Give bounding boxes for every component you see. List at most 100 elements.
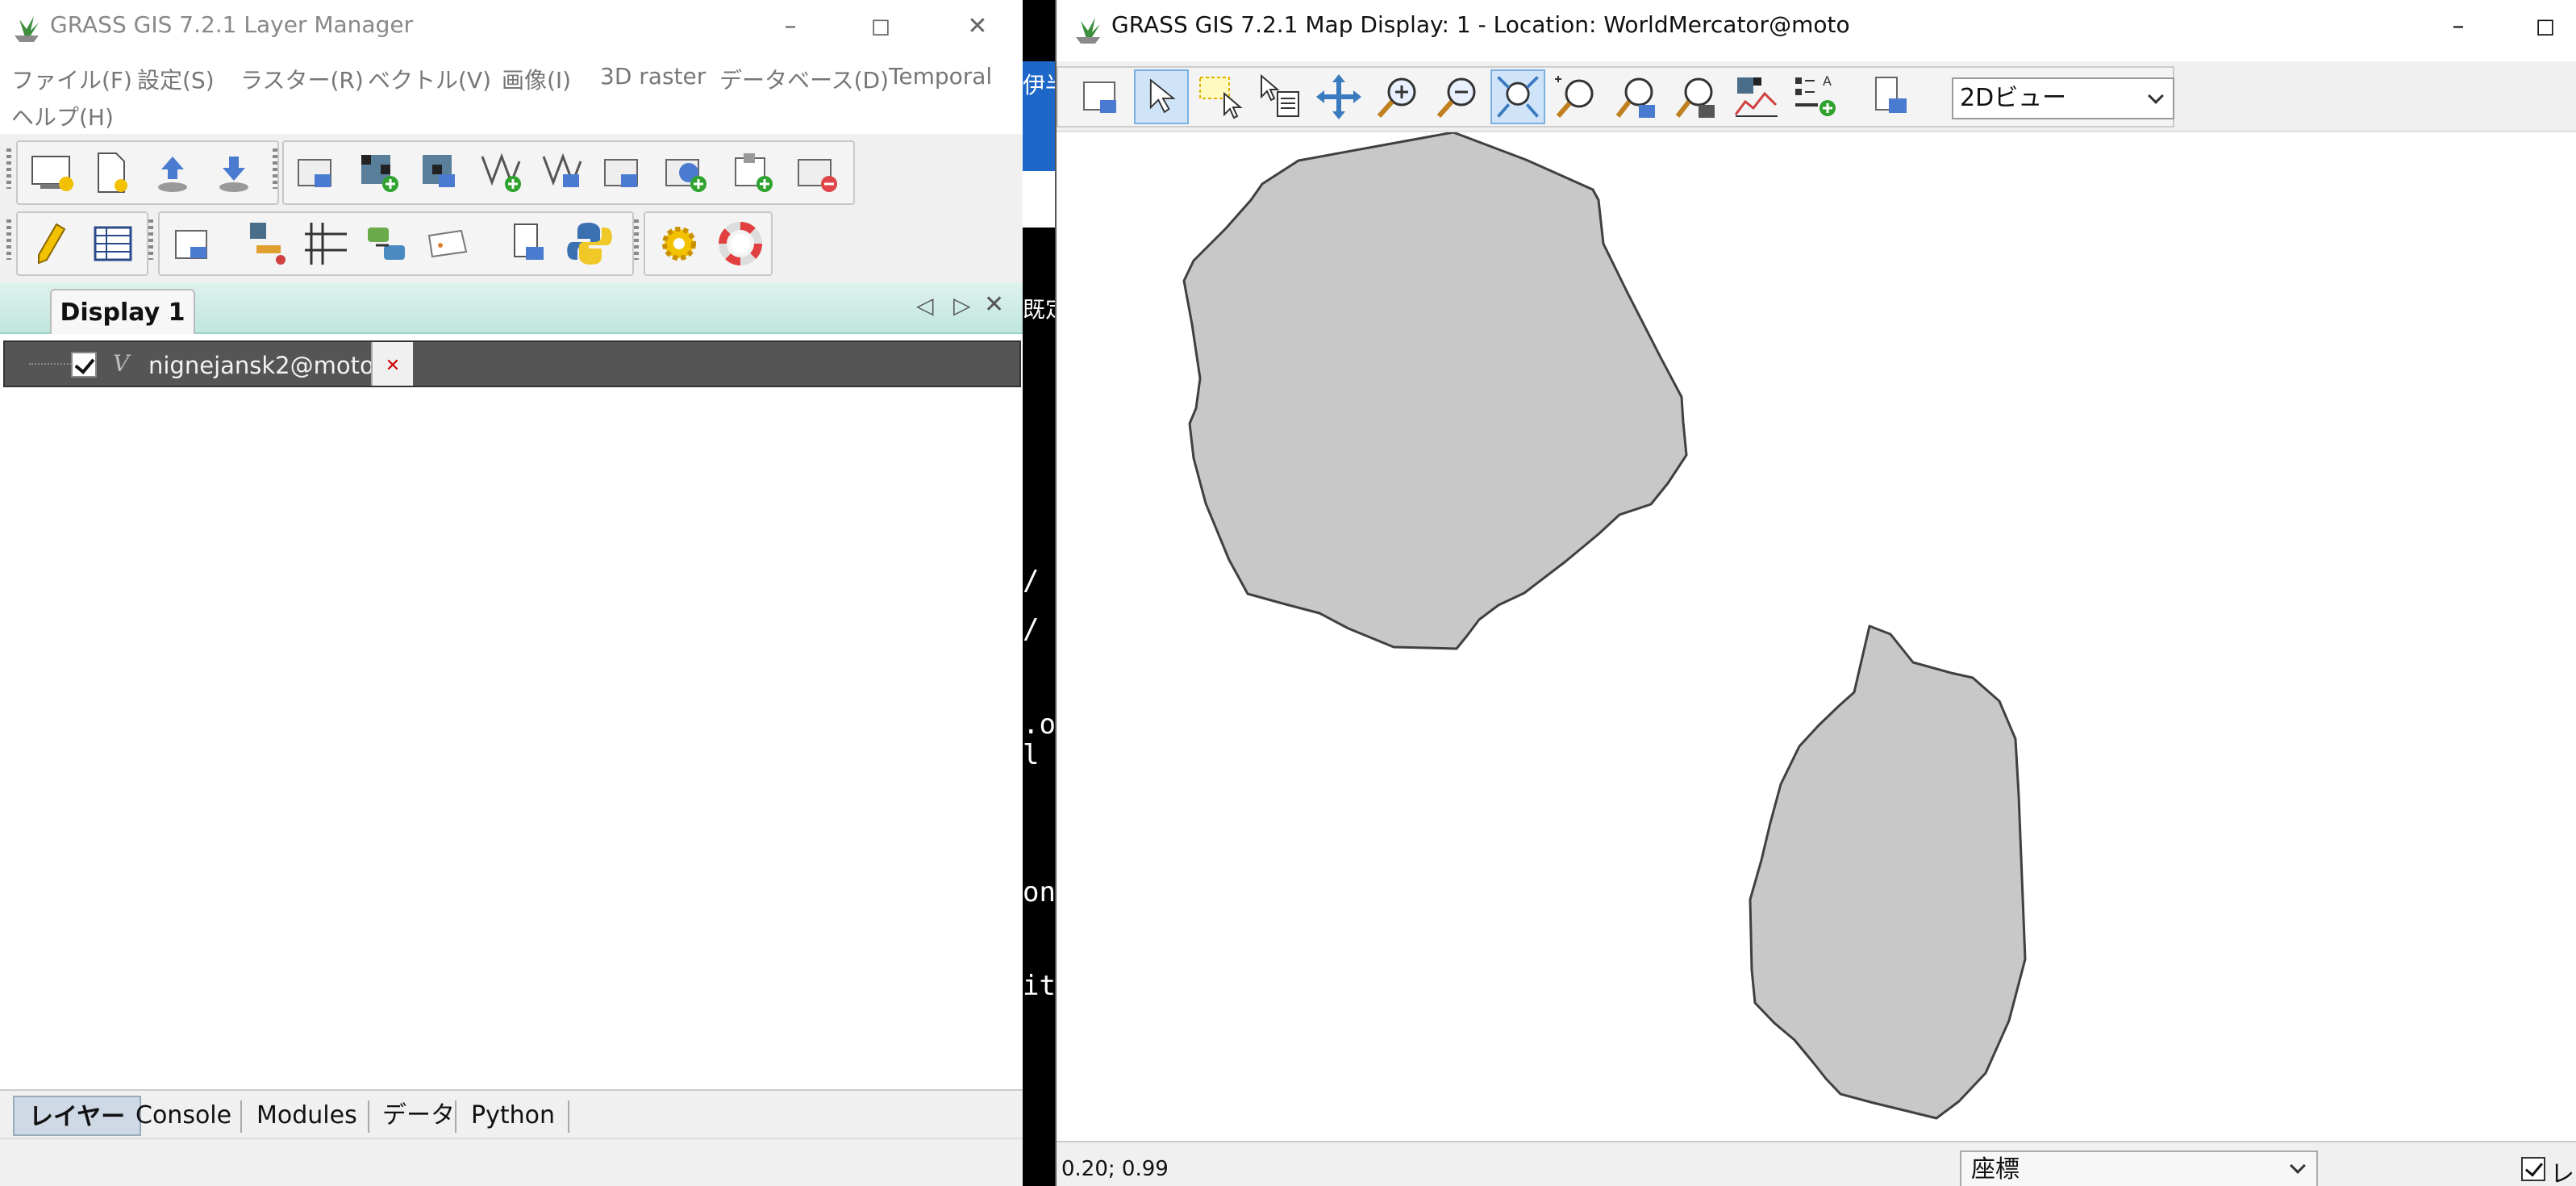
toolbar-grip[interactable] <box>148 219 153 260</box>
zoom-out-icon[interactable] <box>1431 69 1486 124</box>
python-shell-icon[interactable] <box>502 216 556 271</box>
chevron-down-icon <box>2290 1158 2306 1174</box>
misc-toolbar <box>644 211 773 276</box>
display-map-icon[interactable] <box>1074 69 1129 124</box>
menu-3d-raster[interactable]: 3D raster <box>600 63 706 90</box>
layer-options-icon[interactable]: ✕ <box>371 342 413 386</box>
select-icon[interactable] <box>1194 69 1248 124</box>
vector-layer-icon: V <box>113 350 130 377</box>
minimize-button[interactable]: – <box>765 6 816 47</box>
tab-console[interactable]: Console <box>121 1096 246 1136</box>
zoom-extent-icon[interactable] <box>1490 69 1545 124</box>
add-group-icon[interactable] <box>597 145 652 200</box>
layer-manager-titlebar[interactable]: GRASS GIS 7.2.1 Layer Manager – ◻ ✕ <box>0 0 1023 55</box>
map-display-titlebar[interactable]: GRASS GIS 7.2.1 Map Display: 1 - Locatio… <box>1057 0 2576 55</box>
map-polygon <box>1749 624 2027 1120</box>
render-checkbox[interactable] <box>2521 1157 2545 1181</box>
statusbar-mode-value: 座標 <box>1971 1155 2020 1184</box>
terminal-text: / <box>1023 565 1040 597</box>
add-raster-icon[interactable] <box>352 145 406 200</box>
window-title: GRASS GIS 7.2.1 Layer Manager <box>50 11 414 38</box>
new-workspace-icon[interactable] <box>84 145 139 200</box>
layer-visibility-checkbox[interactable] <box>71 352 97 378</box>
add-raster-misc-icon[interactable] <box>413 145 468 200</box>
maximize-button[interactable]: ◻ <box>855 6 907 47</box>
tab-next-icon[interactable]: ▷ <box>953 292 971 319</box>
zoom-menu-icon[interactable] <box>1610 69 1665 124</box>
terminal-text: on <box>1023 876 1055 908</box>
zoom-back-icon[interactable] <box>1550 69 1605 124</box>
pointer-icon[interactable] <box>1134 69 1189 124</box>
coordinates-readout: 0.20; 0.99 <box>1061 1157 1169 1181</box>
chevron-down-icon <box>2148 88 2164 104</box>
toolbar-row-1 <box>0 137 1023 210</box>
zoom-region-icon[interactable] <box>1669 69 1724 124</box>
georectifier-icon[interactable] <box>166 216 221 271</box>
layer-name: nignejansk2@moto <box>148 352 374 379</box>
view-mode-select[interactable]: 2Dビュー <box>1952 77 2174 119</box>
map-polygon <box>1182 131 1688 650</box>
toolbar-grip[interactable] <box>6 148 11 189</box>
display-notebook-bar: Display 1 ◁ ▷ ✕ <box>0 282 1023 336</box>
help-icon[interactable] <box>713 216 768 271</box>
menu-help[interactable]: ヘルプ(H) <box>11 100 114 132</box>
analyze-icon[interactable] <box>1729 69 1784 124</box>
grass-logo-icon <box>1076 18 1100 44</box>
add-vector-icon[interactable] <box>474 145 529 200</box>
start-display-icon[interactable] <box>24 145 79 200</box>
gcp-manager-icon[interactable] <box>360 216 415 271</box>
menu-file[interactable]: ファイル(F) <box>11 63 132 95</box>
python-logo-icon[interactable] <box>561 216 616 271</box>
tab-prev-icon[interactable]: ◁ <box>916 292 934 319</box>
graphical-modeler-icon[interactable] <box>240 216 295 271</box>
tab-python[interactable]: Python <box>456 1096 569 1136</box>
cartographic-composer-icon[interactable] <box>298 216 353 271</box>
menu-temporal[interactable]: Temporal <box>889 63 992 90</box>
statusbar-mode-select[interactable]: 座標 <box>1960 1151 2318 1186</box>
menu-vector[interactable]: ベクトル(V) <box>368 63 491 95</box>
window-title: GRASS GIS 7.2.1 Map Display: 1 - Locatio… <box>1111 11 1850 38</box>
maximize-button[interactable]: ◻ <box>2520 6 2571 47</box>
tab-modules[interactable]: Modules <box>242 1096 372 1136</box>
query-icon[interactable] <box>1253 69 1308 124</box>
minimize-button[interactable]: – <box>2432 6 2484 47</box>
zoom-in-icon[interactable] <box>1371 69 1426 124</box>
import-icon[interactable] <box>726 145 781 200</box>
layer-manager-statusbar <box>0 1138 1023 1186</box>
menu-settings[interactable]: 設定(S) <box>137 63 215 95</box>
bottom-notebook-tabs: レイヤー Console Modules データ Python <box>0 1089 1023 1138</box>
map-swipe-icon[interactable] <box>421 216 476 271</box>
editor-icon[interactable] <box>24 216 79 271</box>
map-display-window: GRASS GIS 7.2.1 Map Display: 1 - Locatio… <box>1055 0 2576 1186</box>
display-toolbar <box>16 140 279 205</box>
menu-raster[interactable]: ラスター(R) <box>240 63 364 95</box>
menu-imagery[interactable]: 画像(I) <box>502 63 571 95</box>
svg-text:A: A <box>1823 73 1832 89</box>
add-vector-misc-icon[interactable] <box>536 145 590 200</box>
save-map-icon[interactable] <box>1865 69 1919 124</box>
map-toolbar: A 2Dビュー <box>1057 61 2576 131</box>
map-toolbar-group: A 2Dビュー <box>1057 66 2174 127</box>
add-map-layers-icon[interactable] <box>290 145 345 200</box>
tab-display-1[interactable]: Display 1 <box>50 289 195 336</box>
overlay-icon[interactable]: A <box>1789 69 1844 124</box>
menu-bar: ファイル(F) 設定(S) ラスター(R) ベクトル(V) 画像(I) 3D r… <box>0 55 1023 134</box>
settings-icon[interactable] <box>652 216 707 271</box>
toolbar-grip[interactable] <box>6 219 11 260</box>
modules-toolbar <box>158 211 634 276</box>
save-workspace-icon[interactable] <box>206 145 261 200</box>
menu-database[interactable]: データベース(D) <box>719 63 889 95</box>
attribute-table-icon[interactable] <box>85 216 140 271</box>
layer-tree: V nignejansk2@moto ✕ <box>0 334 1023 1089</box>
open-workspace-icon[interactable] <box>145 145 200 200</box>
add-overlay-icon[interactable] <box>658 145 713 200</box>
map-svg <box>1182 131 2027 1120</box>
remove-layer-icon[interactable] <box>790 145 845 200</box>
pan-icon[interactable] <box>1311 69 1366 124</box>
map-canvas[interactable] <box>1057 131 2576 1141</box>
toolbar-grip[interactable] <box>273 148 277 189</box>
close-button[interactable]: ✕ <box>952 6 1003 47</box>
layer-tree-item[interactable]: V nignejansk2@moto ✕ <box>3 340 1021 387</box>
tab-close-icon[interactable]: ✕ <box>984 290 1004 319</box>
toolbar-grip[interactable] <box>634 219 639 260</box>
